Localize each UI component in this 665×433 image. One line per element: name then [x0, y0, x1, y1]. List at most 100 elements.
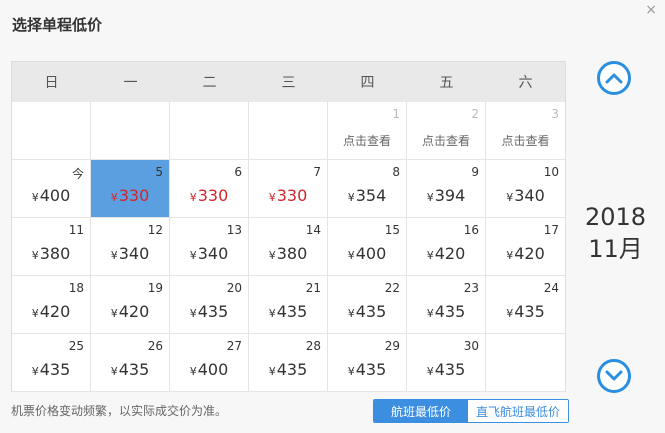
calendar-day-cell[interactable]: 27 ¥400: [170, 334, 249, 392]
price-note: 机票价格变动频繁，以实际成交价为准。: [11, 404, 228, 418]
currency-symbol: ¥: [426, 307, 434, 320]
chevron-down-icon[interactable]: [597, 359, 631, 393]
day-number: 22: [384, 281, 400, 295]
day-number: 7: [313, 165, 321, 179]
calendar: 日 一 二 三 四 五 六 1 点击查看 2 点击查看 3 点击查看今 ¥400 5 ¥330 6…: [11, 61, 566, 392]
calendar-day-cell[interactable]: 6 ¥330: [170, 160, 249, 218]
day-number: 13: [226, 223, 242, 237]
check-link[interactable]: 点击查看: [328, 132, 406, 149]
day-price: ¥435: [407, 360, 485, 379]
calendar-day-cell[interactable]: 24 ¥435: [486, 276, 565, 334]
currency-symbol: ¥: [31, 191, 39, 204]
price-value: 420: [39, 302, 71, 321]
calendar-day-cell[interactable]: 26 ¥435: [91, 334, 170, 392]
calendar-day-cell[interactable]: 23 ¥435: [407, 276, 486, 334]
currency-symbol: ¥: [110, 249, 118, 262]
calendar-day-cell[interactable]: 18 ¥420: [12, 276, 91, 334]
check-link[interactable]: 点击查看: [486, 132, 565, 149]
day-number: 2: [471, 107, 479, 121]
calendar-day-cell[interactable]: 13 ¥340: [170, 218, 249, 276]
current-month: 2018 11月: [566, 201, 665, 265]
day-price: ¥330: [170, 186, 248, 205]
day-price: ¥435: [486, 302, 565, 321]
day-price: ¥380: [249, 244, 327, 263]
calendar-day-cell[interactable]: 21 ¥435: [249, 276, 328, 334]
calendar-cell-empty: [91, 102, 170, 160]
calendar-day-cell[interactable]: 17 ¥420: [486, 218, 565, 276]
calendar-day-cell[interactable]: 11 ¥380: [12, 218, 91, 276]
day-number: 27: [226, 339, 242, 353]
calendar-day-cell[interactable]: 30 ¥435: [407, 334, 486, 392]
currency-symbol: ¥: [347, 191, 355, 204]
calendar-day-cell[interactable]: 12 ¥340: [91, 218, 170, 276]
calendar-day-cell[interactable]: 1 点击查看: [328, 102, 407, 160]
day-price: ¥354: [328, 186, 406, 205]
calendar-day-cell[interactable]: 29 ¥435: [328, 334, 407, 392]
currency-symbol: ¥: [506, 249, 514, 262]
price-value: 400: [197, 360, 229, 379]
currency-symbol: ¥: [268, 191, 276, 204]
calendar-cell-empty: [249, 102, 328, 160]
day-price: ¥380: [12, 244, 90, 263]
close-icon[interactable]: ×: [645, 2, 657, 18]
price-value: 435: [276, 360, 308, 379]
day-number: 23: [463, 281, 479, 295]
day-number: 18: [68, 281, 84, 295]
calendar-day-cell[interactable]: 5 ¥330: [91, 160, 170, 218]
calendar-day-cell[interactable]: 10 ¥340: [486, 160, 565, 218]
calendar-day-cell[interactable]: 15 ¥400: [328, 218, 407, 276]
currency-symbol: ¥: [189, 307, 197, 320]
calendar-day-cell[interactable]: 2 点击查看: [407, 102, 486, 160]
calendar-day-cell[interactable]: 16 ¥420: [407, 218, 486, 276]
currency-symbol: ¥: [268, 249, 276, 262]
calendar-day-cell[interactable]: 今 ¥400: [12, 160, 91, 218]
day-number: 20: [226, 281, 242, 295]
currency-symbol: ¥: [268, 307, 276, 320]
day-price: ¥435: [249, 360, 327, 379]
day-number: 11: [68, 223, 84, 237]
day-price: ¥435: [328, 360, 406, 379]
day-number: 3: [551, 107, 559, 121]
calendar-cell-empty: [170, 102, 249, 160]
currency-symbol: ¥: [347, 365, 355, 378]
calendar-day-cell[interactable]: 14 ¥380: [249, 218, 328, 276]
calendar-day-cell[interactable]: 19 ¥420: [91, 276, 170, 334]
day-number: 17: [543, 223, 559, 237]
chevron-up-icon[interactable]: [597, 61, 631, 95]
day-number: 10: [543, 165, 559, 179]
day-price: ¥435: [328, 302, 406, 321]
calendar-day-cell[interactable]: 20 ¥435: [170, 276, 249, 334]
price-value: 435: [276, 302, 308, 321]
weekday-label: 五: [439, 75, 454, 91]
day-price: ¥435: [170, 302, 248, 321]
calendar-day-cell[interactable]: 28 ¥435: [249, 334, 328, 392]
day-number: 16: [463, 223, 479, 237]
calendar-day-cell[interactable]: 9 ¥394: [407, 160, 486, 218]
direct-flight-fare-button[interactable]: 直飞航班最低价: [468, 400, 568, 422]
day-number: 26: [147, 339, 163, 353]
price-value: 330: [118, 186, 150, 205]
calendar-day-cell[interactable]: 22 ¥435: [328, 276, 407, 334]
calendar-day-cell[interactable]: 8 ¥354: [328, 160, 407, 218]
price-value: 435: [434, 302, 466, 321]
day-number: 12: [147, 223, 163, 237]
day-number: 29: [384, 339, 400, 353]
price-value: 400: [355, 244, 387, 263]
month-label: 11月: [588, 235, 643, 263]
weekday-header: 日 一 二 三 四 五 六: [12, 62, 565, 102]
lowest-fare-button[interactable]: 航班最低价: [374, 400, 468, 422]
weekday-label: 二: [202, 75, 217, 91]
check-link[interactable]: 点击查看: [407, 132, 485, 149]
day-price: ¥435: [12, 360, 90, 379]
calendar-day-cell[interactable]: 25 ¥435: [12, 334, 91, 392]
price-value: 420: [514, 244, 545, 263]
calendar-cell-empty: [486, 334, 565, 392]
day-number: 9: [471, 165, 479, 179]
calendar-day-cell[interactable]: 3 点击查看: [486, 102, 565, 160]
day-price: ¥340: [170, 244, 248, 263]
day-price: ¥400: [328, 244, 406, 263]
day-price: ¥420: [407, 244, 485, 263]
year-label: 2018: [584, 203, 647, 231]
calendar-day-cell[interactable]: 7 ¥330: [249, 160, 328, 218]
currency-symbol: ¥: [110, 191, 118, 204]
